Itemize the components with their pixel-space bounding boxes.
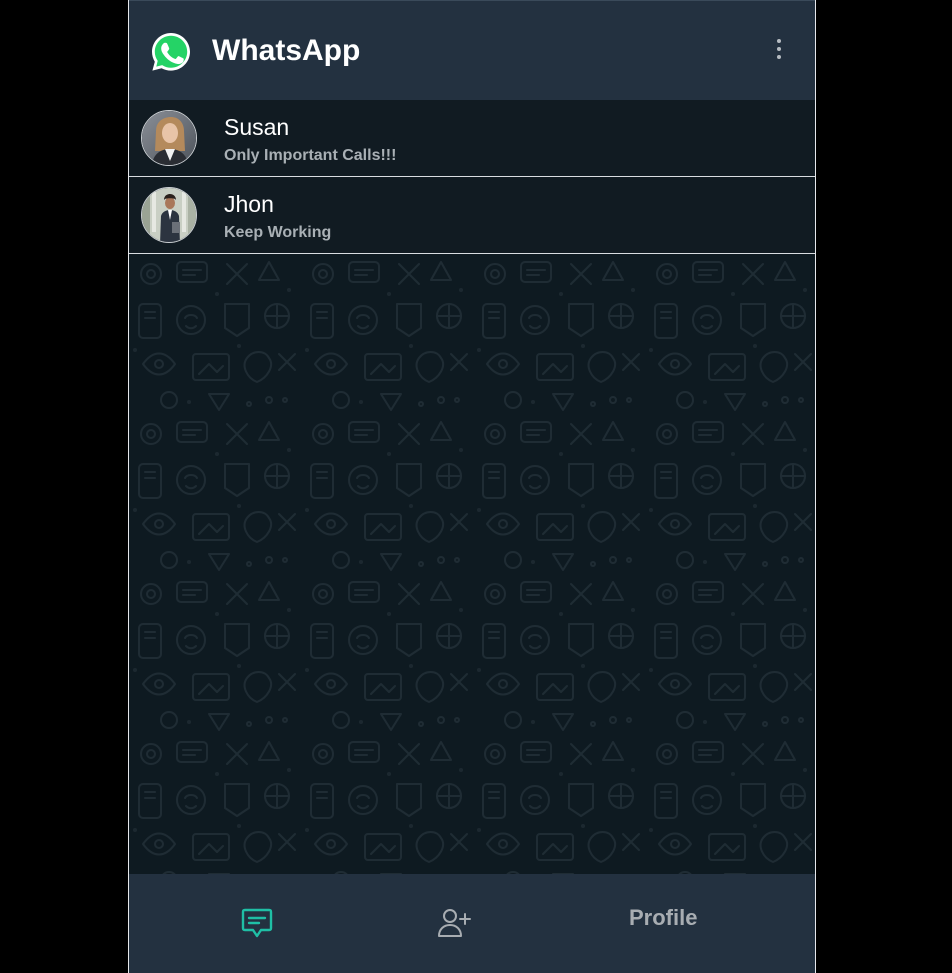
message-square-icon[interactable] — [239, 904, 275, 940]
chat-name: Susan — [224, 114, 290, 140]
doodle-pattern — [129, 254, 815, 874]
chat-status: Keep Working — [224, 224, 332, 241]
chat-item-susan[interactable]: Susan Only Important Calls!!! — [129, 100, 815, 177]
chat-list: Susan Only Important Calls!!! Jhon Keep … — [129, 100, 815, 254]
app-title: WhatsApp — [212, 34, 361, 67]
bottom-navigation: Profile — [129, 874, 815, 973]
whatsapp-app: WhatsApp Susan Only Important Calls!!! J… — [128, 0, 816, 973]
avatar[interactable] — [141, 187, 197, 243]
user-plus-icon[interactable] — [436, 904, 472, 940]
more-vertical-icon — [777, 39, 781, 43]
whatsapp-logo-icon — [152, 33, 190, 71]
avatar-photo-woman — [142, 111, 196, 165]
avatar[interactable] — [141, 110, 197, 166]
avatar-photo-man — [142, 188, 196, 242]
chat-wallpaper — [129, 254, 815, 874]
chat-name: Jhon — [224, 191, 274, 217]
more-options-button[interactable] — [769, 39, 789, 65]
app-header: WhatsApp — [129, 0, 815, 100]
chat-status: Only Important Calls!!! — [224, 147, 397, 164]
nav-profile-tab[interactable]: Profile — [629, 904, 697, 932]
chat-item-jhon[interactable]: Jhon Keep Working — [129, 177, 815, 254]
